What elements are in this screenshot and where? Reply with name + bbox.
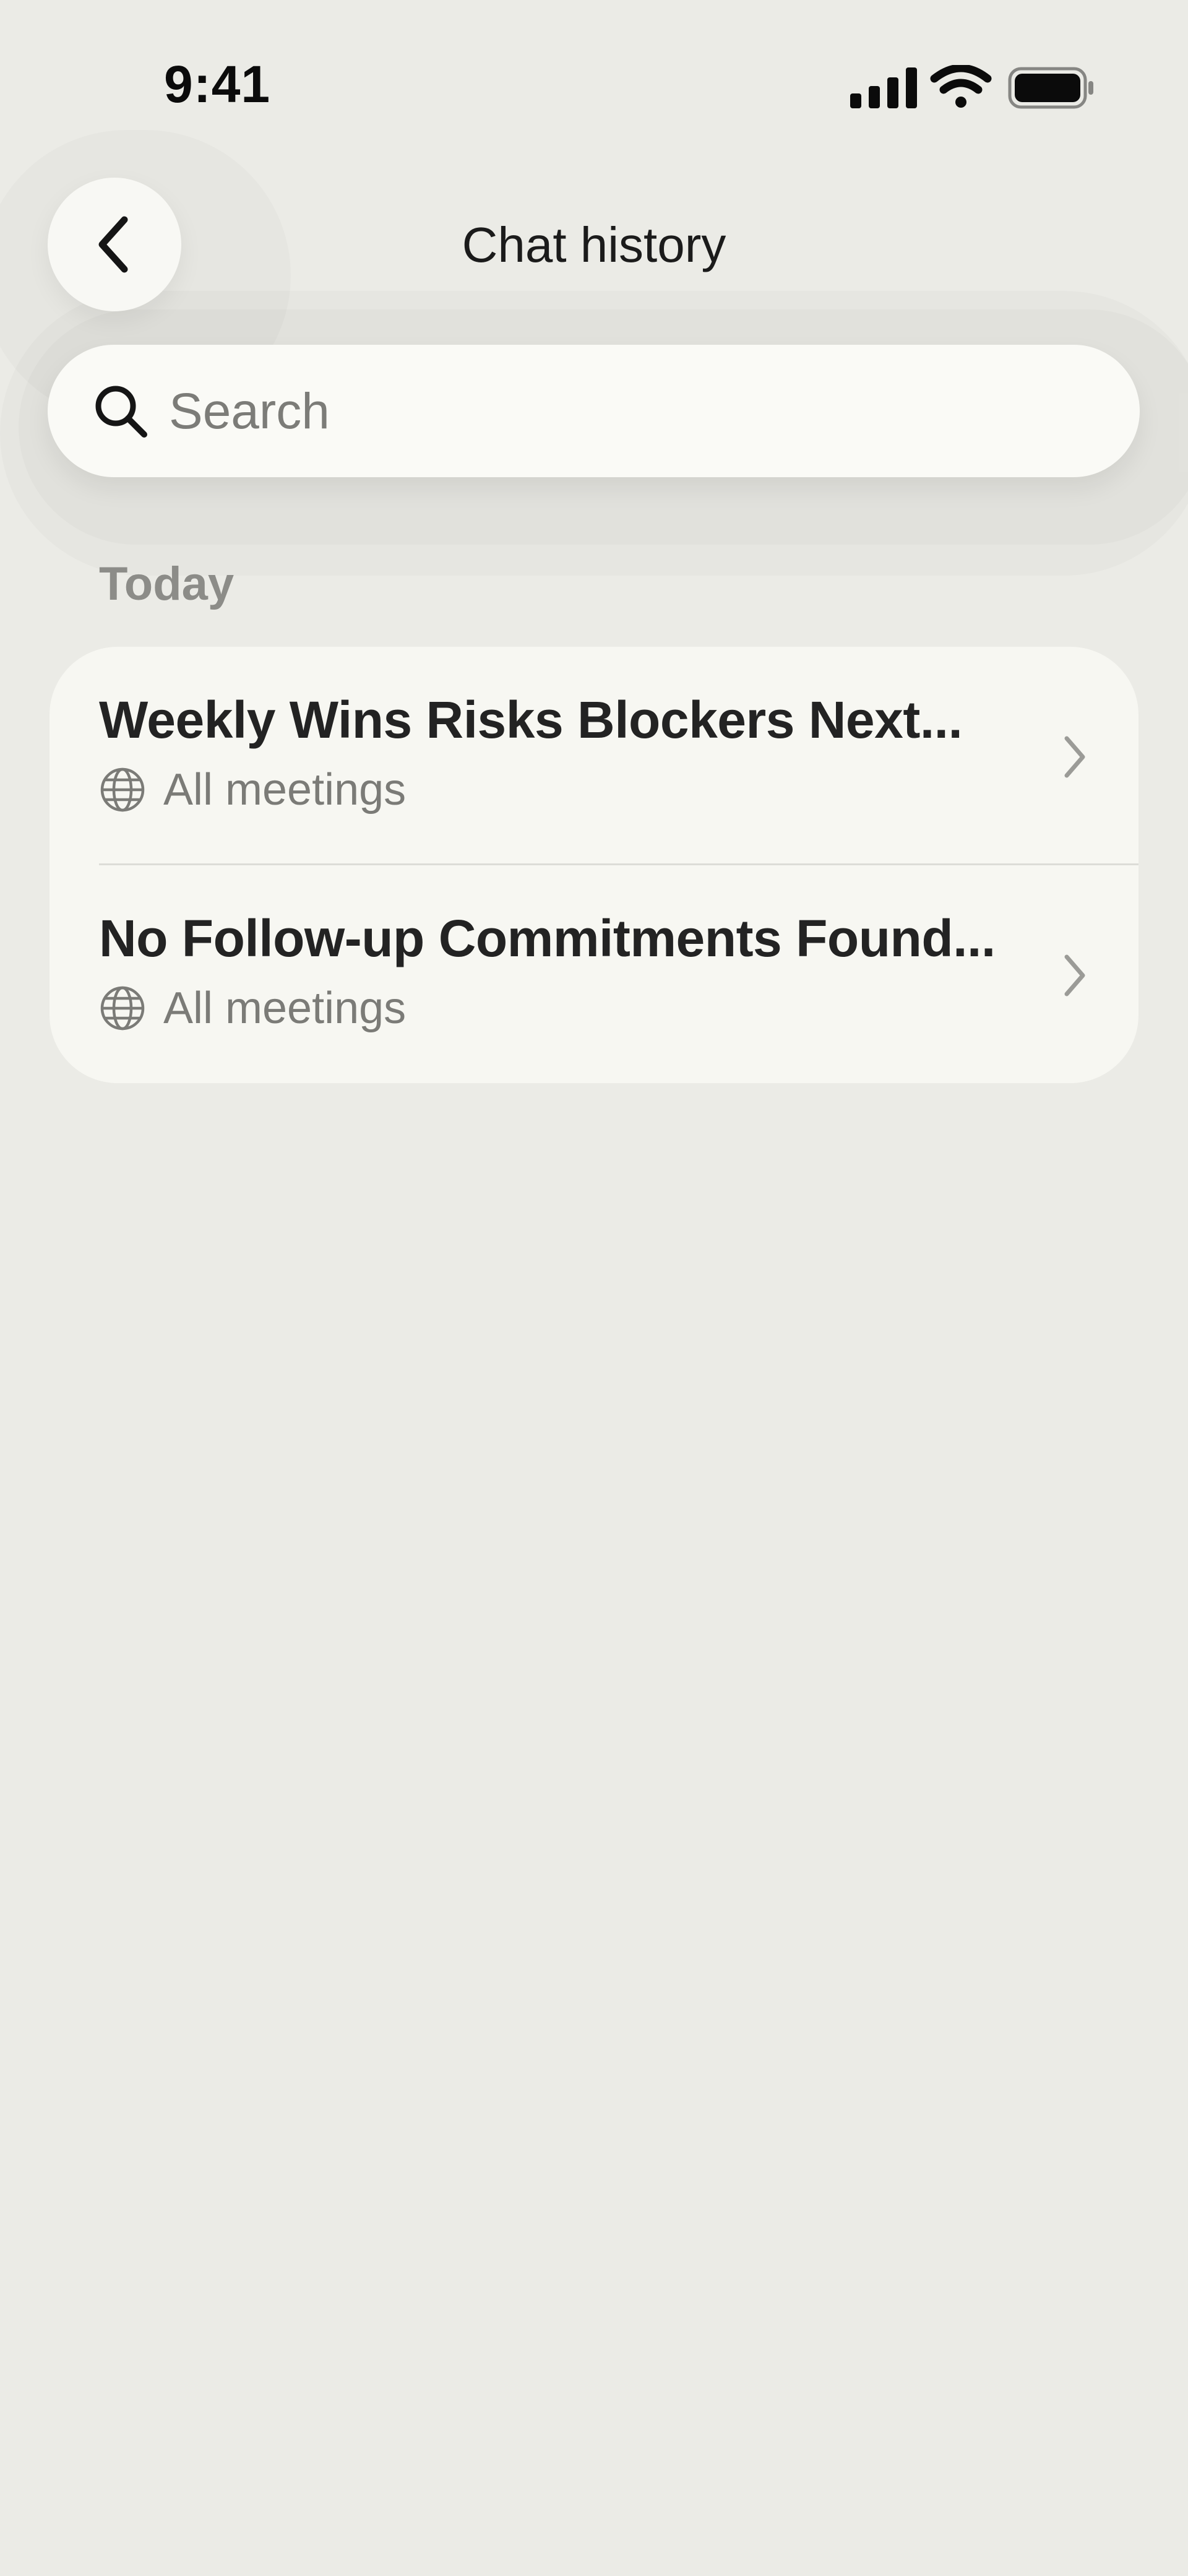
globe-icon [100,986,145,1031]
chat-list-item[interactable]: Weekly Wins Risks Blockers Next... All m… [50,647,1138,865]
search-bar[interactable] [48,345,1140,477]
chat-title: No Follow-up Commitments Found... [99,909,996,967]
search-icon [95,386,147,438]
signal-icon [850,67,917,108]
page-title: Chat history [462,217,726,272]
chevron-right-icon [1064,954,1085,996]
wifi-icon [930,64,992,108]
chat-title: Weekly Wins Risks Blockers Next... [99,691,963,749]
chat-list-item[interactable]: No Follow-up Commitments Found... All me… [50,865,1138,1083]
chat-scope: All meetings [99,764,406,815]
globe-icon [100,767,145,812]
status-bar: 9:41 [0,0,1188,124]
battery-icon [1008,67,1093,109]
chat-history-screen: 9:41 Chat history Search Today Weekly Wi… [0,0,1188,2576]
chat-scope-label: All meetings [163,983,407,1033]
chat-list: Weekly Wins Risks Blockers Next... All m… [50,647,1138,1083]
search-input[interactable] [168,370,1098,454]
chat-scope-label: All meetings [163,765,407,815]
status-time: 9:41 [164,55,271,113]
status-icons [848,64,1095,111]
section-label-today: Today [99,558,235,610]
chat-scope: All meetings [99,983,406,1034]
chevron-right-icon [1064,736,1085,778]
